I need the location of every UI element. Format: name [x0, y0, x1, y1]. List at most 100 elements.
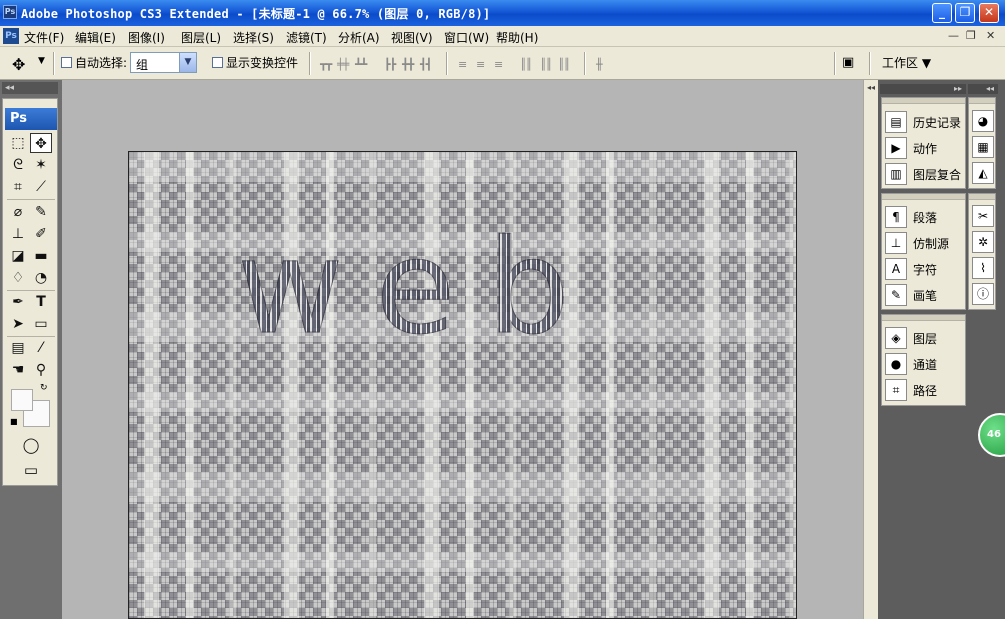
color-icon[interactable]: ◕: [972, 110, 994, 132]
separator: [584, 52, 586, 75]
animation-icon[interactable]: ✲: [972, 231, 994, 253]
auto-select-checkbox[interactable]: [61, 57, 72, 68]
panel-paths-label: 路径: [913, 384, 938, 398]
clone-source-icon: ⊥: [885, 232, 907, 254]
eraser-icon[interactable]: ◪: [7, 246, 29, 266]
menu-filter[interactable]: 滤镜(T): [286, 29, 327, 46]
paths-icon: ⌗: [885, 379, 907, 401]
panel-brushes-label: 画笔: [913, 289, 938, 303]
tool-presets-icon[interactable]: ✂: [972, 205, 994, 227]
align-top-icon[interactable]: ┳┳: [320, 58, 338, 71]
distribute-bottom-icon[interactable]: ≡: [494, 58, 512, 71]
align-bottom-icon[interactable]: ┻┻: [355, 58, 373, 71]
panel-actions-label: 动作: [913, 142, 938, 156]
panel-layers-label: 图层: [913, 332, 938, 346]
auto-align-icon[interactable]: ╫: [596, 58, 614, 71]
gradient-icon[interactable]: ▬: [30, 246, 52, 266]
move-tool-preset-icon[interactable]: ✥: [12, 55, 25, 74]
close-button[interactable]: ✕: [979, 3, 999, 23]
swap-colors-icon[interactable]: ↻: [40, 383, 48, 393]
align-left-icon[interactable]: ┣┣: [384, 58, 402, 71]
panel-collapse-button[interactable]: ▸▸: [880, 84, 966, 94]
distribute-right-icon[interactable]: ║║: [558, 58, 576, 71]
move-icon[interactable]: ✥: [30, 133, 52, 153]
separator: [53, 52, 55, 75]
menu-file[interactable]: 文件(F): [24, 29, 64, 46]
path-selection-icon[interactable]: ➤: [7, 314, 29, 334]
notes-icon[interactable]: ▤: [7, 338, 29, 358]
workspace-button[interactable]: 工作区 ▼: [882, 54, 931, 71]
dodge-icon[interactable]: ◔: [30, 268, 52, 288]
magic-wand-icon[interactable]: ✶: [30, 155, 52, 175]
info-icon[interactable]: ⓘ: [972, 283, 994, 305]
distribute-hcenter-icon[interactable]: ║║: [540, 58, 558, 71]
separator: [869, 52, 871, 75]
separator: [834, 52, 836, 75]
align-hcenter-icon[interactable]: ╋╋: [402, 58, 420, 71]
separator: [446, 52, 448, 75]
align-vcenter-icon[interactable]: ╪╪: [337, 58, 355, 71]
bridge-icon[interactable]: ▣: [842, 55, 854, 70]
options-bar: ✥ ▼ 自动选择: 组 ▼ 显示变换控件 ┳┳ ╪╪ ┻┻ ┣┣ ╋╋ ┫┫ ≡…: [0, 47, 1005, 80]
menu-image[interactable]: 图像(I): [128, 29, 165, 46]
paragraph-icon: ¶: [885, 206, 907, 228]
history-brush-icon[interactable]: ✐: [30, 224, 52, 244]
swatches-icon[interactable]: ▦: [972, 136, 994, 158]
preset-dropdown-icon[interactable]: ▼: [38, 56, 45, 66]
distribute-top-icon[interactable]: ≡: [458, 58, 476, 71]
title-bar: Ps Adobe Photoshop CS3 Extended - [未标题-1…: [0, 0, 1005, 26]
brush-panel-icon: ✎: [885, 284, 907, 306]
screen-mode-icon[interactable]: ▭: [20, 460, 42, 480]
quick-mask-icon[interactable]: ◯: [20, 435, 42, 455]
doc-close-button[interactable]: ✕: [986, 29, 995, 42]
crop-icon[interactable]: ⌗: [7, 177, 29, 197]
healing-brush-icon[interactable]: ⌀: [7, 202, 29, 222]
clone-stamp-icon[interactable]: ⊥: [7, 224, 29, 244]
hand-icon[interactable]: ☚: [7, 360, 29, 380]
doc-restore-button[interactable]: ❐: [966, 29, 976, 42]
layers-icon: ◈: [885, 327, 907, 349]
type-icon[interactable]: T: [30, 292, 52, 312]
blur-icon[interactable]: ♢: [7, 268, 29, 288]
slice-icon[interactable]: ⟋: [30, 177, 52, 197]
menu-edit[interactable]: 编辑(E): [75, 29, 116, 46]
distribute-left-icon[interactable]: ║║: [520, 58, 538, 71]
measurement-icon[interactable]: ⌇: [972, 257, 994, 279]
foreground-color-swatch[interactable]: [11, 389, 33, 411]
side-collapse-button[interactable]: ◂◂: [968, 84, 998, 94]
brush-icon[interactable]: ✎: [30, 202, 52, 222]
ps-logo-icon: Ps: [3, 28, 19, 44]
dock-strip: ◂◂: [863, 80, 878, 619]
pen-icon[interactable]: ✒: [7, 292, 29, 312]
separator: [7, 199, 55, 200]
character-icon: A: [885, 258, 907, 280]
default-colors-icon[interactable]: ■: [10, 417, 18, 426]
shape-icon[interactable]: ▭: [30, 314, 52, 334]
menu-layer[interactable]: 图层(L): [181, 29, 221, 46]
navigator-icon[interactable]: ◭: [972, 162, 994, 184]
menu-help[interactable]: 帮助(H): [496, 29, 538, 46]
align-right-icon[interactable]: ┫┫: [420, 58, 438, 71]
marquee-icon[interactable]: ⬚: [7, 133, 29, 153]
menu-select[interactable]: 选择(S): [233, 29, 274, 46]
menu-window[interactable]: 窗口(W): [444, 29, 489, 46]
tools-collapse-button[interactable]: ◂◂: [2, 82, 58, 94]
lasso-icon[interactable]: ᘓ: [7, 155, 29, 175]
show-transform-checkbox[interactable]: [212, 57, 223, 68]
document-canvas[interactable]: web: [128, 151, 797, 619]
panel-layer-comps-label: 图层复合: [913, 168, 962, 182]
eyedropper-icon[interactable]: ⁄: [30, 338, 52, 358]
auto-select-dropdown[interactable]: 组 ▼: [130, 52, 197, 73]
zoom-icon[interactable]: ⚲: [30, 360, 52, 380]
expand-arrow-icon[interactable]: ◂◂: [867, 83, 875, 92]
auto-select-label: 自动选择:: [75, 56, 128, 70]
window-title: Adobe Photoshop CS3 Extended - [未标题-1 @ …: [21, 7, 491, 21]
distribute-vcenter-icon[interactable]: ≡: [476, 58, 494, 71]
panel-character-label: 字符: [913, 263, 938, 277]
menu-analysis[interactable]: 分析(A): [338, 29, 380, 46]
tools-panel: Ps ⬚ ✥ ᘓ ✶ ⌗ ⟋ ⌀ ✎ ⊥ ✐ ◪ ▬ ♢ ◔ ✒ T ➤ ▭ ▤…: [2, 98, 58, 486]
menu-view[interactable]: 视图(V): [391, 29, 433, 46]
minimize-button[interactable]: _: [932, 3, 952, 23]
restore-button[interactable]: ❐: [955, 3, 975, 23]
doc-minimize-button[interactable]: —: [948, 29, 959, 42]
